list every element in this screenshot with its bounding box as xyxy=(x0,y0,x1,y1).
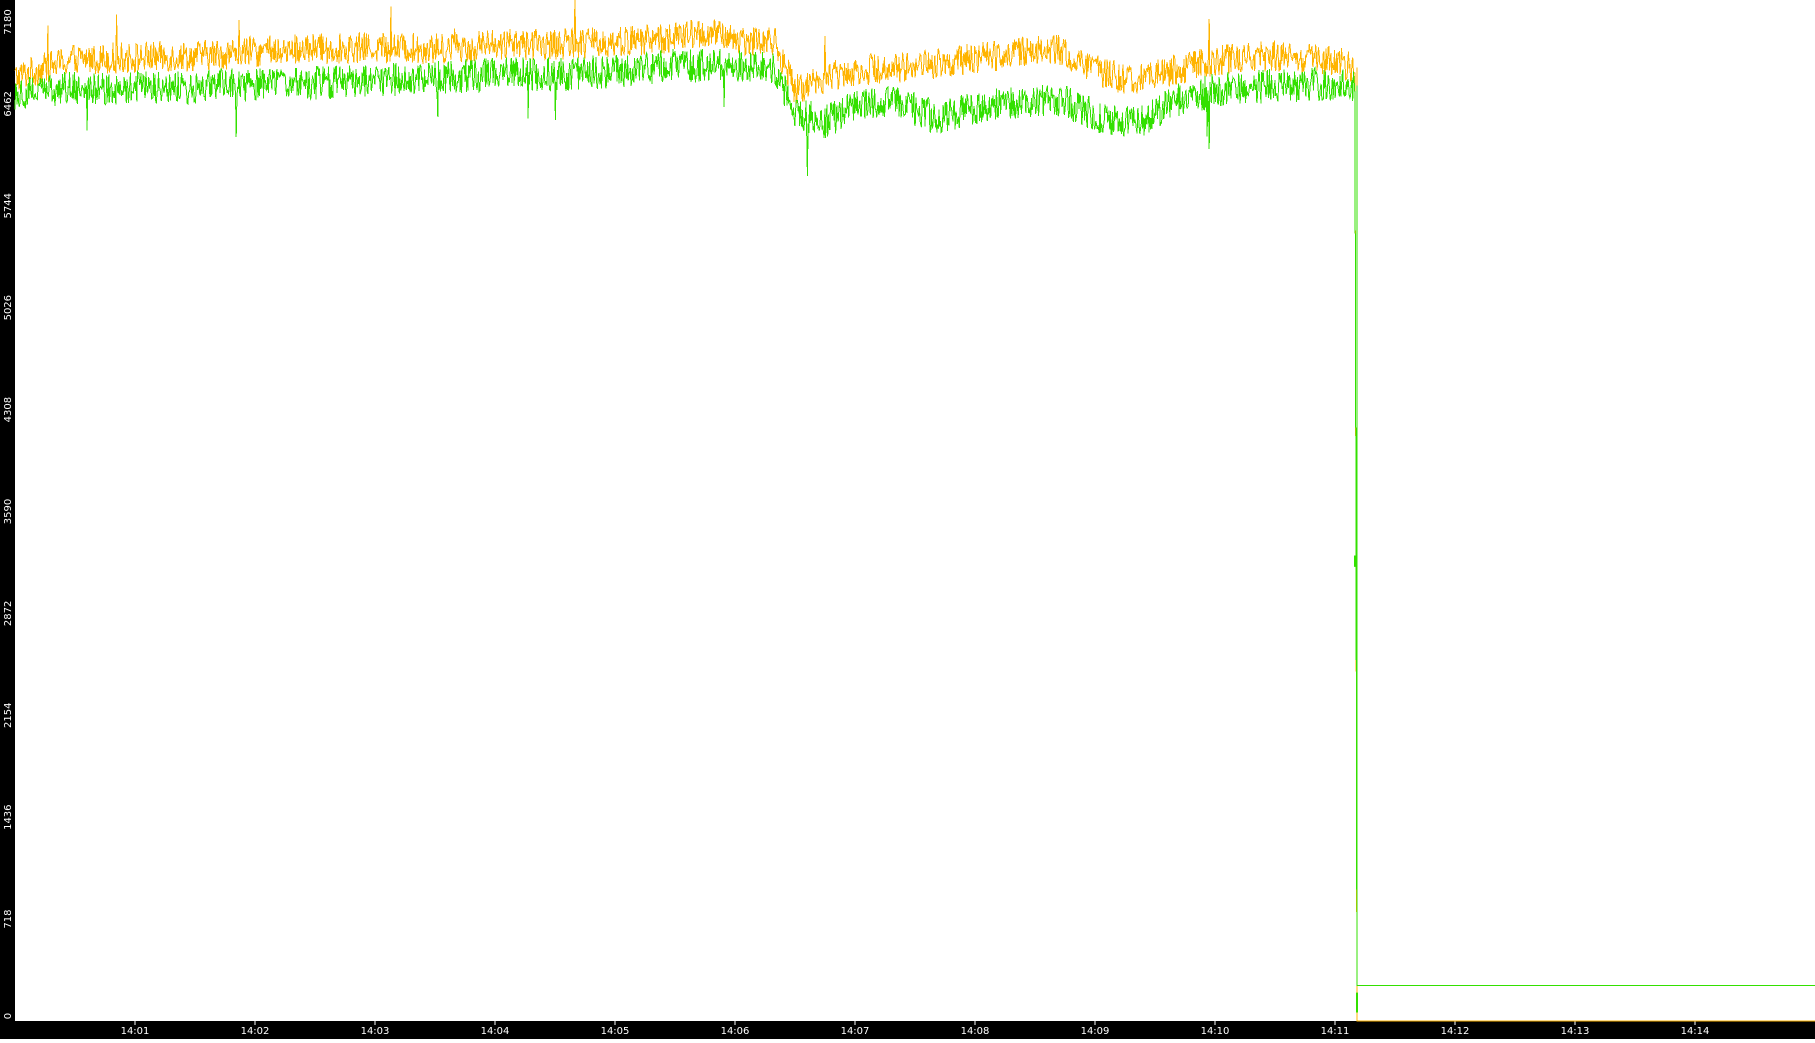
y-tick-label: 2872 xyxy=(3,601,14,626)
x-tick-label: 14:08 xyxy=(961,1026,990,1037)
time-series-chart: 0 718 1436 2154 2872 3590 4308 5026 5744 6462 7180… xyxy=(0,0,1815,1039)
y-tick-label: 1436 xyxy=(3,804,14,829)
x-tick-label: 14:04 xyxy=(481,1026,510,1037)
y-tick-label: 7180 xyxy=(3,9,14,34)
x-tick-label: 14:10 xyxy=(1201,1026,1230,1037)
y-tick-label: 3590 xyxy=(3,499,14,524)
y-tick-label: 0 xyxy=(3,1013,14,1019)
x-tick-label: 14:02 xyxy=(241,1026,270,1037)
x-tick-label: 14:09 xyxy=(1081,1026,1110,1037)
x-axis-bar xyxy=(0,1021,1815,1039)
x-tick-label: 14:06 xyxy=(721,1026,750,1037)
x-tick-label: 14:13 xyxy=(1561,1026,1590,1037)
y-tick-label: 718 xyxy=(3,910,14,929)
x-tick-label: 14:03 xyxy=(361,1026,390,1037)
x-tick-label: 14:05 xyxy=(601,1026,630,1037)
x-tick-label: 14:14 xyxy=(1681,1026,1710,1037)
y-tick-label: 6462 xyxy=(3,91,14,116)
x-tick-label: 14:12 xyxy=(1441,1026,1470,1037)
x-tick-label: 14:07 xyxy=(841,1026,870,1037)
y-tick-label: 2154 xyxy=(3,703,14,728)
y-tick-label: 5026 xyxy=(3,295,14,320)
plot-background xyxy=(0,0,1815,1039)
x-tick-label: 14:11 xyxy=(1321,1026,1350,1037)
chart-svg: 0 718 1436 2154 2872 3590 4308 5026 5744 6462 7180… xyxy=(0,0,1815,1039)
y-tick-label: 4308 xyxy=(3,397,14,422)
y-tick-label: 5744 xyxy=(3,193,14,218)
x-tick-label: 14:01 xyxy=(121,1026,150,1037)
